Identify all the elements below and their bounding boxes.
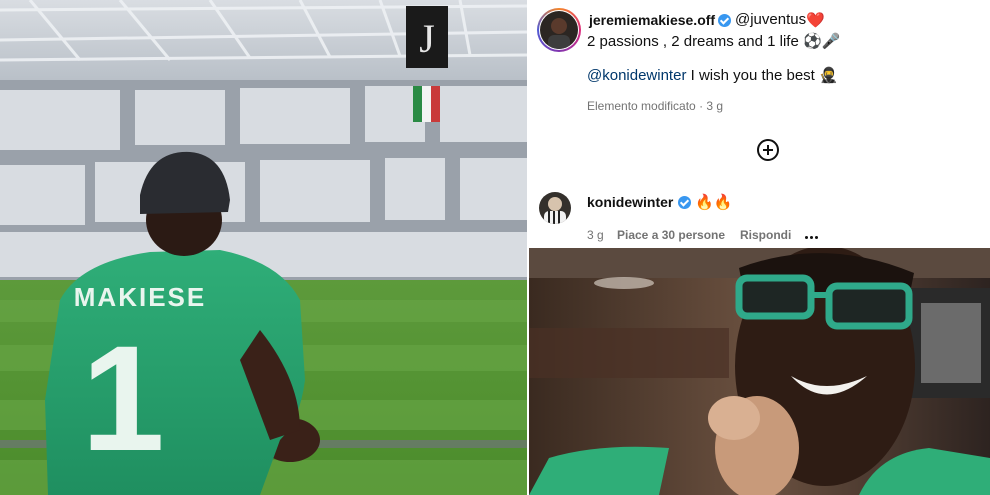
edited-label: Elemento modificato (587, 99, 696, 113)
post-meta: Elemento modificato · 3 g (587, 99, 724, 113)
reply-button[interactable]: Rispondi (740, 228, 791, 242)
more-options-icon[interactable] (805, 226, 820, 244)
jersey-number: 1 (81, 314, 164, 482)
verified-badge-icon (678, 196, 691, 209)
jersey-name: MAKIESE (74, 282, 206, 312)
svg-text:J: J (419, 16, 435, 61)
comment-likes-text: Piace a 30 persone (617, 228, 726, 242)
avatar-image (548, 18, 570, 49)
selfie-illustration (529, 248, 990, 495)
post-caption-line1: 2 passions , 2 dreams and 1 life ⚽️🎤 (587, 33, 841, 50)
add-icon[interactable] (757, 139, 779, 161)
caption-text: I wish you the best 🥷 (686, 67, 838, 84)
post-username[interactable]: jeremiemakiese.off (589, 12, 715, 28)
caption-mention[interactable]: @konidewinter (587, 67, 686, 84)
comment-avatar[interactable] (539, 192, 571, 224)
comment-text: 🔥🔥 (695, 194, 733, 211)
post-caption-line2: @konidewinter I wish you the best 🥷 (587, 66, 838, 84)
comment-time: 3 g (587, 228, 604, 242)
comment-username[interactable]: konidewinter (587, 194, 673, 210)
comment-likes[interactable]: Piace a 30 persone (617, 228, 725, 242)
reply-label: Rispondi (740, 228, 792, 242)
selfie-photo (529, 248, 990, 495)
post-mention-juventus[interactable]: @juventus (735, 11, 806, 28)
stadium-photo: J MAKIESE 1 (0, 0, 527, 495)
heart-icon: ❤️ (806, 12, 825, 29)
comment-avatar-image (544, 197, 566, 224)
avatar (540, 11, 578, 49)
story-ring[interactable] (537, 8, 581, 52)
instagram-post-panel: jeremiemakiese.off @juventus ❤️ 2 passio… (529, 0, 990, 248)
verified-badge-icon (718, 14, 731, 27)
edited-time: 3 g (706, 99, 724, 113)
stadium-illustration: J MAKIESE 1 (0, 0, 527, 495)
